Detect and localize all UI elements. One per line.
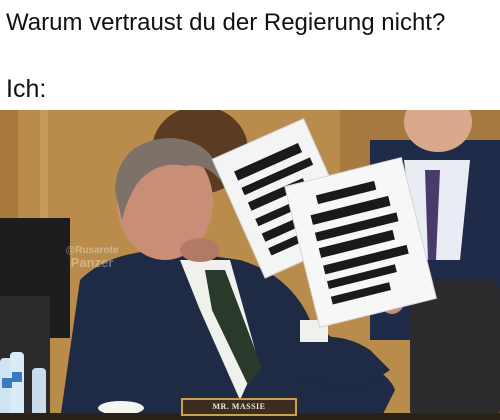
watermark-name: Panzer (70, 255, 114, 270)
caption-question: Warum vertraust du der Regierung nicht? (6, 9, 446, 36)
nameplate: MR. MASSIE (181, 398, 297, 416)
caption-answer-label: Ich: (6, 75, 47, 103)
watermark: @Rusarote Panzer (52, 246, 132, 270)
coffee-cup (98, 401, 144, 415)
meme-photo: @Rusarote Panzer (0, 110, 500, 420)
